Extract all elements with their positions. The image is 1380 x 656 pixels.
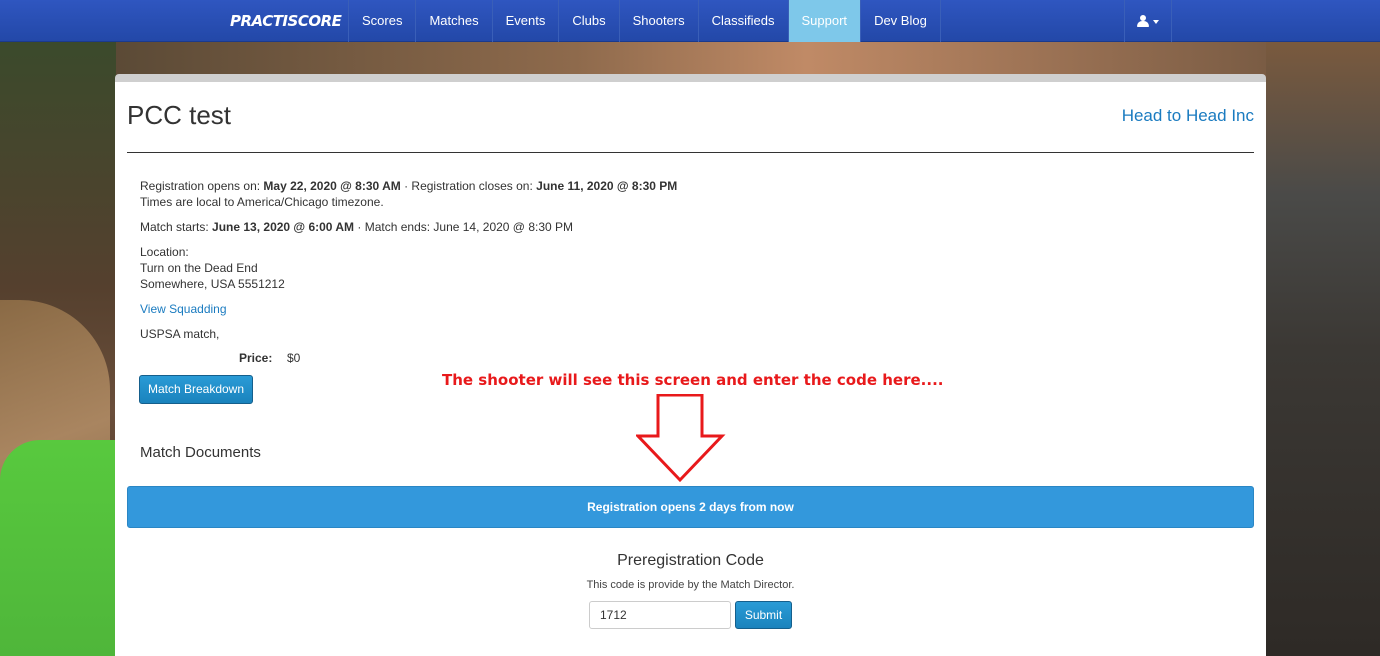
reg-closes-label: Registration closes on:	[411, 179, 533, 193]
preregistration-title: Preregistration Code	[617, 552, 764, 569]
caret-down-icon	[1153, 20, 1159, 24]
background-photo-right	[1266, 42, 1380, 656]
reg-closes-value: June 11, 2020 @ 8:30 PM	[536, 179, 678, 193]
nav-classifieds[interactable]: Classifieds	[699, 0, 789, 42]
preregistration-code-input[interactable]	[589, 601, 731, 629]
background-photo-band	[116, 42, 1266, 76]
match-type: USPSA match,	[140, 327, 220, 341]
reg-opens-label: Registration opens on:	[140, 179, 261, 193]
nav-dev-blog[interactable]: Dev Blog	[861, 0, 941, 42]
reg-opens-value: May 22, 2020 @ 8:30 AM	[263, 179, 401, 193]
view-squadding-link[interactable]: View Squadding	[140, 301, 227, 317]
top-navbar: PRACTISCORE Scores Matches Events Clubs …	[0, 0, 1380, 42]
nav-matches[interactable]: Matches	[416, 0, 493, 42]
nav-events[interactable]: Events	[493, 0, 560, 42]
preregistration-subtitle: This code is provide by the Match Direct…	[586, 579, 795, 591]
user-menu-button[interactable]	[1124, 0, 1172, 42]
location-line-2: Somewhere, USA 5551212	[140, 277, 285, 291]
price-label: Price:	[239, 351, 273, 365]
club-link[interactable]: Head to Head Inc	[1122, 106, 1254, 126]
location-line-1: Turn on the Dead End	[140, 261, 258, 275]
match-panel: PCC test Head to Head Inc Registration o…	[115, 74, 1266, 656]
annotation-arrow-down-icon	[636, 394, 726, 483]
page-title: PCC test	[127, 100, 232, 130]
nav-clubs[interactable]: Clubs	[559, 0, 620, 42]
submit-button[interactable]: Submit	[735, 601, 792, 629]
match-dates: Match starts: June 13, 2020 @ 6:00 AM · …	[140, 220, 574, 234]
match-ends-text: Match ends: June 14, 2020 @ 8:30 PM	[364, 220, 574, 234]
title-divider	[127, 152, 1254, 153]
nav-scores[interactable]: Scores	[349, 0, 417, 42]
price-value: $0	[287, 351, 301, 365]
timezone-note: Times are local to America/Chicago timez…	[140, 195, 384, 209]
nav-support[interactable]: Support	[788, 0, 862, 42]
match-starts-value: June 13, 2020 @ 6:00 AM	[212, 220, 355, 234]
background-photo-shirt	[0, 440, 116, 656]
annotation-text: The shooter will see this screen and ent…	[442, 371, 944, 389]
registration-status-banner: Registration opens 2 days from now	[127, 486, 1254, 528]
match-starts-label: Match starts:	[140, 220, 209, 234]
location-label: Location:	[140, 245, 189, 259]
registration-dates: Registration opens on: May 22, 2020 @ 8:…	[140, 179, 678, 193]
match-documents-heading: Match Documents	[140, 444, 261, 461]
main-nav: Scores Matches Events Clubs Shooters Cla…	[348, 0, 941, 42]
brand-logo[interactable]: PRACTISCORE	[230, 12, 342, 30]
match-breakdown-button[interactable]: Match Breakdown	[139, 375, 253, 404]
user-icon	[1137, 15, 1149, 27]
nav-shooters[interactable]: Shooters	[620, 0, 699, 42]
